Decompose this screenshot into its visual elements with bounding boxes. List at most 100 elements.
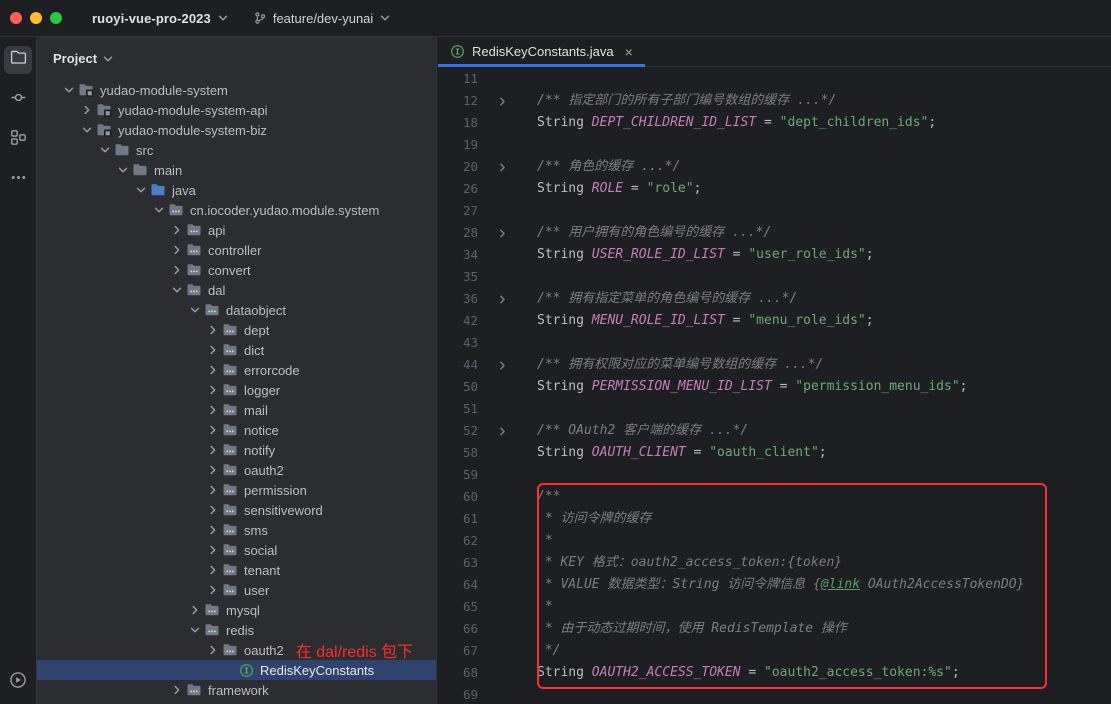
tree-item-controller[interactable]: controller [37, 240, 436, 260]
tree-item-mail[interactable]: mail [37, 400, 436, 420]
tree-chevron-expanded-icon[interactable] [168, 282, 185, 298]
tree-chevron-expanded-icon[interactable] [96, 142, 113, 158]
tree-item-yudao-module-system[interactable]: yudao-module-system [37, 80, 436, 100]
tree-item-notice[interactable]: notice [37, 420, 436, 440]
code-view[interactable]: 1112/** 指定部门的所有子部门编号数组的缓存 ...*/18String … [438, 68, 1111, 704]
line-number: 67 [438, 640, 478, 662]
tree-item-social[interactable]: social [37, 540, 436, 560]
tree-chevron-collapsed-icon[interactable] [204, 542, 221, 558]
tree-item-yudao-module-system-biz[interactable]: yudao-module-system-biz [37, 120, 436, 140]
services-tool-button[interactable] [4, 668, 32, 696]
fold-collapsed-icon[interactable] [478, 420, 537, 442]
tree-item-main[interactable]: main [37, 160, 436, 180]
branch-selector[interactable]: feature/dev-yunai [245, 7, 399, 30]
fold-collapsed-icon[interactable] [478, 222, 537, 244]
fold-collapsed-icon[interactable] [478, 156, 537, 178]
tree-item-user[interactable]: user [37, 580, 436, 600]
tree-item-framework[interactable]: framework [37, 680, 436, 700]
tree-chevron-expanded-icon[interactable] [150, 202, 167, 218]
zoom-window-button[interactable] [50, 12, 62, 24]
tree-item-cn-iocoder-yudao-module-system[interactable]: cn.iocoder.yudao.module.system [37, 200, 436, 220]
tree-chevron-collapsed-icon[interactable] [204, 522, 221, 538]
tree-item-oauth2[interactable]: oauth2 [37, 460, 436, 480]
tree-item-dataobject[interactable]: dataobject [37, 300, 436, 320]
tree-item-sms[interactable]: sms [37, 520, 436, 540]
tree-chevron-collapsed-icon[interactable] [204, 402, 221, 418]
code-token: DEPT_CHILDREN_ID_LIST [592, 115, 756, 130]
project-tree: yudao-module-systemyudao-module-system-a… [37, 80, 436, 700]
tree-chevron-expanded-icon[interactable] [186, 302, 203, 318]
tree-item-java[interactable]: java [37, 180, 436, 200]
tree-chevron-collapsed-icon[interactable] [78, 102, 95, 118]
tree-item-sensitiveword[interactable]: sensitiveword [37, 500, 436, 520]
tree-chevron-collapsed-icon[interactable] [204, 362, 221, 378]
project-selector[interactable]: ruoyi-vue-pro-2023 [84, 7, 237, 30]
tree-chevron-expanded-icon[interactable] [114, 162, 131, 178]
tree-chevron-expanded-icon[interactable] [132, 182, 149, 198]
fold-collapsed-icon[interactable] [478, 90, 537, 112]
tree-chevron-collapsed-icon[interactable] [204, 442, 221, 458]
more-tools-tool-button[interactable] [4, 166, 32, 194]
tree-item-dept[interactable]: dept [37, 320, 436, 340]
minimize-window-button[interactable] [30, 12, 42, 24]
fold-gutter-spacer [478, 178, 537, 200]
tree-item-api[interactable]: api [37, 220, 436, 240]
tree-item-rediskeyconstants[interactable]: IRedisKeyConstants [37, 660, 436, 680]
code-token: ; [866, 247, 874, 262]
tree-chevron-collapsed-icon[interactable] [168, 682, 185, 698]
tree-item-oauth2[interactable]: oauth2在 dal/redis 包下 [37, 640, 436, 660]
commit-tool-button[interactable] [4, 86, 32, 114]
tree-item-dal[interactable]: dal [37, 280, 436, 300]
tree-item-tenant[interactable]: tenant [37, 560, 436, 580]
tree-chevron-collapsed-icon[interactable] [204, 482, 221, 498]
close-window-button[interactable] [10, 12, 22, 24]
tree-chevron-collapsed-icon[interactable] [204, 422, 221, 438]
tree-chevron-collapsed-icon[interactable] [204, 502, 221, 518]
tree-item-redis[interactable]: redis [37, 620, 436, 640]
tree-chevron-collapsed-icon[interactable] [204, 462, 221, 478]
tree-chevron-collapsed-icon[interactable] [168, 262, 185, 278]
editor-area: I RedisKeyConstants.java × 1112/** 指定部门的… [438, 37, 1111, 704]
tree-chevron-expanded-icon[interactable] [60, 82, 77, 98]
fold-collapsed-icon[interactable] [478, 354, 537, 376]
tree-item-mysql[interactable]: mysql [37, 600, 436, 620]
package-icon [221, 582, 239, 598]
tree-item-label: tenant [244, 563, 280, 578]
code-line-67: 67 */ [438, 640, 1111, 662]
branch-name: feature/dev-yunai [273, 11, 373, 26]
line-number: 36 [438, 288, 478, 310]
tree-chevron-collapsed-icon[interactable] [186, 602, 203, 618]
code-line-50: 50String PERMISSION_MENU_ID_LIST = "perm… [438, 376, 1111, 398]
structure-tool-button[interactable] [4, 126, 32, 154]
tree-item-errorcode[interactable]: errorcode [37, 360, 436, 380]
tree-item-yudao-module-system-api[interactable]: yudao-module-system-api [37, 100, 436, 120]
tree-chevron-collapsed-icon[interactable] [168, 222, 185, 238]
tree-chevron-collapsed-icon[interactable] [168, 242, 185, 258]
tree-annotation-note: 在 dal/redis 包下 [296, 638, 413, 662]
tree-chevron-collapsed-icon[interactable] [204, 562, 221, 578]
tree-item-notify[interactable]: notify [37, 440, 436, 460]
line-number: 42 [438, 310, 478, 332]
tree-item-dict[interactable]: dict [37, 340, 436, 360]
tree-chevron-collapsed-icon[interactable] [204, 642, 221, 658]
tree-chevron-collapsed-icon[interactable] [204, 582, 221, 598]
package-icon [221, 502, 239, 518]
project-tool-button[interactable] [4, 46, 32, 74]
tree-chevron-expanded-icon[interactable] [78, 122, 95, 138]
tree-chevron-collapsed-icon[interactable] [204, 342, 221, 358]
package-icon [221, 402, 239, 418]
code-text: * 访问令牌的缓存 [537, 508, 651, 530]
editor-tab-rediskeyconstants[interactable]: I RedisKeyConstants.java × [438, 37, 645, 66]
close-tab-icon[interactable]: × [625, 45, 633, 59]
line-number: 51 [438, 398, 478, 420]
tree-chevron-expanded-icon[interactable] [186, 622, 203, 638]
tree-item-permission[interactable]: permission [37, 480, 436, 500]
fold-collapsed-icon[interactable] [478, 288, 537, 310]
tree-item-src[interactable]: src [37, 140, 436, 160]
project-panel-header[interactable]: Project [37, 37, 436, 80]
tree-chevron-collapsed-icon[interactable] [204, 382, 221, 398]
interface-icon: I [450, 44, 465, 59]
tree-item-convert[interactable]: convert [37, 260, 436, 280]
tree-chevron-collapsed-icon[interactable] [204, 322, 221, 338]
tree-item-logger[interactable]: logger [37, 380, 436, 400]
